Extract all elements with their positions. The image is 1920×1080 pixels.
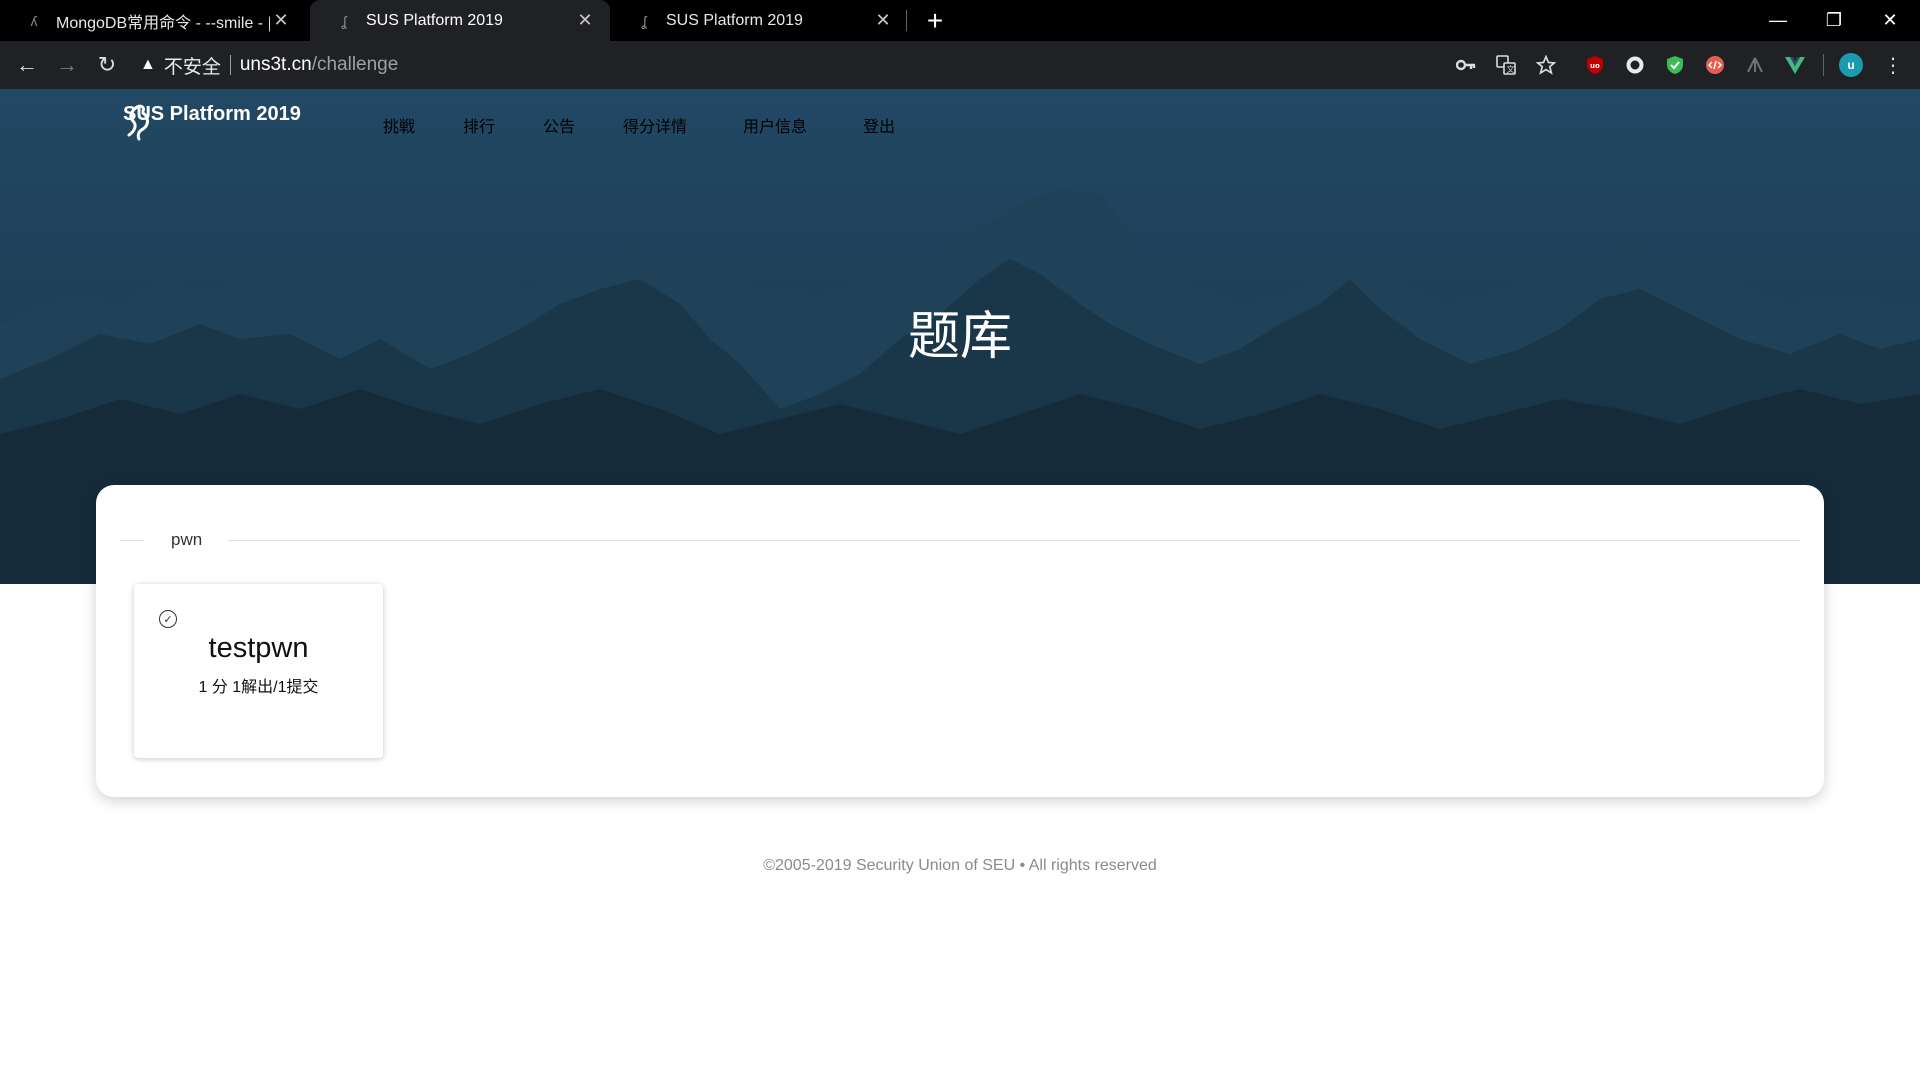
page-title: 题库 [907, 308, 1012, 366]
tab-favicon-icon: ʎ [30, 12, 38, 29]
site-footer: ©2005-2019 Security Union of SEU • All r… [763, 857, 1157, 874]
warning-triangle-icon[interactable]: ▲ [140, 56, 156, 74]
code-extension-icon[interactable] [1702, 52, 1728, 78]
circle-extension-icon[interactable] [1622, 52, 1648, 78]
restore-button[interactable]: ❐ [1806, 0, 1862, 41]
brand-logo-icon [127, 104, 149, 141]
site-brand[interactable]: SUS Platform 2019 [123, 103, 301, 141]
nav-announcements[interactable]: 公告 [543, 113, 575, 137]
minimize-button[interactable]: — [1750, 0, 1806, 41]
tab-title: SUS Platform 2019 [666, 11, 803, 29]
key-icon[interactable] [1453, 52, 1479, 78]
category-label: pwn [171, 530, 203, 549]
avatar-initial: u [1839, 53, 1863, 77]
challenge-card[interactable]: ✓ testpwn 1 分 1解出/1提交 [134, 584, 383, 758]
challenge-stats: 1 分 1解出/1提交 [198, 679, 319, 696]
url-path[interactable]: /challenge [312, 54, 399, 76]
browser-toolbar: ← → ↻ ▲ 不安全 uns3t.cn /challenge 文 uo u ⋮ [0, 41, 1920, 89]
nav-logout[interactable]: 登出 [863, 113, 895, 137]
shield-extension-icon[interactable] [1662, 52, 1688, 78]
new-tab-button[interactable]: + [918, 4, 952, 38]
translate-icon[interactable]: 文 [1493, 52, 1519, 78]
ublock-icon[interactable]: uo [1582, 52, 1608, 78]
tab-favicon-icon: ʆ [341, 12, 347, 29]
url-host[interactable]: uns3t.cn [240, 54, 312, 76]
nav-challenges[interactable]: 挑戦 [383, 113, 415, 137]
category-divider-right [228, 540, 1800, 541]
nav-ranking[interactable]: 排行 [463, 113, 495, 137]
tree-extension-icon[interactable] [1742, 52, 1768, 78]
tab-title: SUS Platform 2019 [366, 11, 503, 29]
svg-text:uo: uo [1590, 62, 1600, 70]
tab-title: MongoDB常用命令 - --smile - | [56, 14, 270, 32]
tab-mongodb[interactable]: ʎ MongoDB常用命令 - --smile - | ✕ [0, 0, 306, 41]
tab-sus-platform-active[interactable]: ʆ SUS Platform 2019 ✕ [310, 0, 610, 41]
close-window-button[interactable]: ✕ [1862, 0, 1918, 41]
vue-devtools-icon[interactable] [1782, 52, 1808, 78]
profile-avatar[interactable]: u [1838, 52, 1864, 78]
forward-button[interactable]: → [49, 47, 85, 83]
solved-check-icon: ✓ [159, 610, 177, 628]
security-label[interactable]: 不安全 [164, 52, 221, 79]
browser-tabstrip: ʎ MongoDB常用命令 - --smile - | ✕ ʆ SUS Plat… [0, 0, 1920, 41]
nav-user-info[interactable]: 用户信息 [743, 113, 807, 137]
bookmark-star-icon[interactable] [1533, 52, 1559, 78]
tab-sus-platform[interactable]: ʆ SUS Platform 2019 ✕ [610, 0, 908, 41]
nav-score-details[interactable]: 得分详情 [623, 113, 687, 137]
challenge-name: testpwn [208, 632, 309, 664]
address-divider [229, 55, 231, 75]
category-divider-left [120, 540, 144, 541]
back-button[interactable]: ← [9, 47, 45, 83]
tab-close-icon[interactable]: ✕ [270, 10, 292, 32]
toolbar-divider [1823, 54, 1824, 76]
reload-button[interactable]: ↻ [89, 47, 125, 83]
tab-favicon-icon: ʆ [641, 12, 647, 29]
svg-text:文: 文 [1507, 64, 1515, 74]
address-bar[interactable]: ▲ 不安全 uns3t.cn /challenge [140, 47, 398, 83]
tab-close-icon[interactable]: ✕ [574, 10, 596, 32]
tab-close-icon[interactable]: ✕ [872, 10, 894, 32]
browser-menu-icon[interactable]: ⋮ [1880, 52, 1906, 78]
tab-divider [906, 10, 907, 31]
challenge-panel: pwn ✓ testpwn 1 分 1解出/1提交 [96, 485, 1824, 797]
